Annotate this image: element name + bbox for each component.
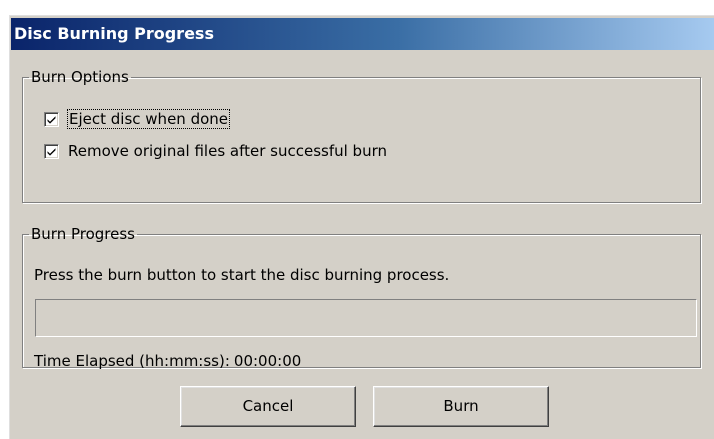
burn-status-text: Press the burn button to start the disc …	[34, 266, 450, 284]
remove-files-option[interactable]: Remove original files after successful b…	[44, 141, 387, 161]
checkmark-icon	[47, 115, 56, 124]
burn-progress-bar	[35, 299, 697, 337]
burn-options-group: Burn Options Eject disc when done Remove…	[22, 69, 701, 203]
burn-options-legend: Burn Options	[31, 68, 129, 86]
time-elapsed: Time Elapsed (hh:mm:ss): 00:00:00	[34, 352, 301, 370]
remove-files-checkbox[interactable]	[44, 143, 59, 159]
checkmark-icon	[47, 147, 56, 156]
time-elapsed-label: Time Elapsed (hh:mm:ss):	[34, 352, 230, 370]
window-title: Disc Burning Progress	[14, 24, 214, 43]
cancel-button[interactable]: Cancel	[180, 386, 356, 427]
time-elapsed-value: 00:00:00	[233, 352, 302, 370]
burn-progress-legend: Burn Progress	[31, 225, 135, 243]
remove-files-label[interactable]: Remove original files after successful b…	[68, 142, 387, 160]
eject-disc-checkbox[interactable]	[44, 111, 59, 127]
title-bar[interactable]: Disc Burning Progress	[11, 18, 714, 50]
eject-disc-label[interactable]: Eject disc when done	[66, 109, 231, 129]
disc-burning-dialog: Disc Burning Progress Burn Options Eject…	[8, 14, 714, 439]
eject-disc-option[interactable]: Eject disc when done	[44, 109, 231, 129]
burn-button[interactable]: Burn	[373, 386, 549, 427]
burn-progress-group: Burn Progress Press the burn button to s…	[22, 225, 701, 370]
